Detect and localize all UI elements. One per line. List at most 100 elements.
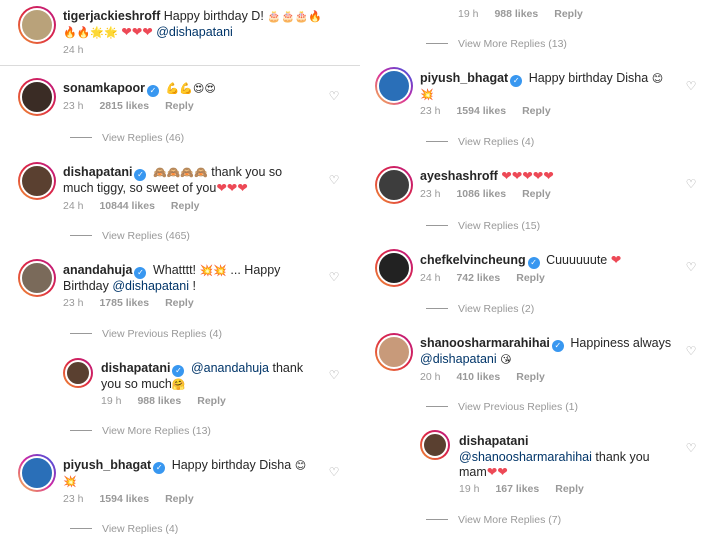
- likes-count[interactable]: 167 likes: [495, 483, 539, 495]
- avatar[interactable]: [63, 358, 93, 388]
- comment-text-line2: 🔥🔥🌟🌟 ❤❤❤ @dishapatani: [63, 25, 233, 39]
- comments-column-left: tigerjackieshroff Happy birthday D! 🎂🎂🎂🔥…: [0, 0, 360, 540]
- username[interactable]: piyush_bhagat: [420, 71, 508, 85]
- avatar[interactable]: [375, 333, 413, 371]
- reply-button[interactable]: Reply: [516, 371, 545, 383]
- reply-button[interactable]: Reply: [522, 188, 551, 200]
- view-replies-link[interactable]: View Replies (15): [426, 220, 540, 232]
- comment-meta: 24 h 742 likes Reply: [420, 272, 545, 284]
- avatar[interactable]: [375, 67, 413, 105]
- reply-button[interactable]: Reply: [165, 493, 194, 505]
- likes-count[interactable]: 988 likes: [494, 8, 538, 20]
- avatar[interactable]: [18, 78, 56, 116]
- view-replies-link[interactable]: View Replies (465): [70, 230, 190, 242]
- comment-text-line2: Birthday @dishapatani !: [63, 279, 196, 293]
- verified-badge-icon: ✓: [510, 75, 523, 87]
- comment-meta: 23 h 1594 likes Reply: [420, 105, 551, 117]
- heart-outline-icon[interactable]: ♡: [685, 345, 697, 357]
- view-replies-link[interactable]: View Replies (4): [70, 523, 178, 535]
- comment-text: sonamkapoor ✓ 💪💪😍😍: [63, 81, 216, 97]
- likes-count[interactable]: 2815 likes: [99, 100, 149, 112]
- view-replies-link[interactable]: View Replies (46): [70, 132, 184, 144]
- reply-text-line2: you so much🤗: [101, 377, 186, 391]
- comment-text: anandahuja ✓ Whatttt! 💥💥 ... Happy: [63, 263, 281, 279]
- likes-count[interactable]: 10844 likes: [99, 200, 154, 212]
- username[interactable]: dishapatani: [101, 361, 170, 375]
- mention-link[interactable]: @shanoosharmarahihai: [459, 450, 592, 464]
- likes-count[interactable]: 988 likes: [137, 395, 181, 407]
- comment-text: chefkelvincheung ✓ Cuuuuuute ❤: [420, 253, 622, 269]
- comment-meta: 19 h 988 likes Reply: [101, 395, 226, 407]
- comment-meta: 23 h 1594 likes Reply: [63, 493, 194, 505]
- heart-outline-icon[interactable]: ♡: [685, 261, 697, 273]
- heart-outline-icon[interactable]: ♡: [685, 178, 697, 190]
- avatar[interactable]: [420, 430, 450, 460]
- comment-meta: 19 h 988 likes Reply: [458, 8, 583, 20]
- comment-meta: 23 h 2815 likes Reply: [63, 100, 194, 112]
- comment-text: tigerjackieshroff Happy birthday D! 🎂🎂🎂🔥: [63, 9, 323, 23]
- username[interactable]: anandahuja: [63, 263, 132, 277]
- reply-text: dishapatani ✓ @anandahuja thank: [101, 361, 304, 377]
- likes-count[interactable]: 1086 likes: [456, 188, 506, 200]
- mention-link[interactable]: @dishapatani: [420, 352, 497, 366]
- comment-text: piyush_bhagat ✓ Happy birthday Disha 😊: [63, 458, 307, 474]
- view-more-replies-link[interactable]: View More Replies (13): [426, 38, 567, 50]
- heart-outline-icon[interactable]: ♡: [685, 80, 697, 92]
- view-previous-replies-link[interactable]: View Previous Replies (4): [70, 328, 222, 340]
- heart-outline-icon[interactable]: ♡: [328, 369, 340, 381]
- username[interactable]: dishapatani: [459, 434, 528, 448]
- reply-text-line2: @shanoosharmarahihai thank you: [459, 450, 650, 464]
- comment-text-line2: much tiggy, so sweet of you❤❤❤: [63, 181, 248, 195]
- comment-meta: 23 h 1785 likes Reply: [63, 297, 194, 309]
- comment-text-line2: @dishapatani 😘: [420, 352, 512, 366]
- username[interactable]: tigerjackieshroff: [63, 9, 160, 23]
- mention-link[interactable]: @dishapatani: [112, 279, 189, 293]
- reply-button[interactable]: Reply: [516, 272, 545, 284]
- reply-button[interactable]: Reply: [171, 200, 200, 212]
- likes-count[interactable]: 1594 likes: [456, 105, 506, 117]
- mention-link[interactable]: @anandahuja: [191, 361, 269, 375]
- likes-count[interactable]: 410 likes: [456, 371, 500, 383]
- avatar[interactable]: [18, 259, 56, 297]
- reply-button[interactable]: Reply: [165, 297, 194, 309]
- heart-outline-icon[interactable]: ♡: [328, 90, 340, 102]
- likes-count[interactable]: 1785 likes: [99, 297, 149, 309]
- reply-button[interactable]: Reply: [522, 105, 551, 117]
- heart-outline-icon[interactable]: ♡: [328, 271, 340, 283]
- username[interactable]: piyush_bhagat: [63, 458, 151, 472]
- avatar[interactable]: [18, 6, 56, 44]
- view-more-replies-link[interactable]: View More Replies (13): [70, 425, 211, 437]
- mention-link[interactable]: @dishapatani: [156, 25, 233, 39]
- view-replies-link[interactable]: View Replies (4): [426, 136, 534, 148]
- username[interactable]: sonamkapoor: [63, 81, 145, 95]
- verified-badge-icon: ✓: [153, 462, 166, 474]
- comment-text-line2: 💥: [63, 476, 77, 488]
- view-replies-link[interactable]: View Replies (2): [426, 303, 534, 315]
- reply-button[interactable]: Reply: [555, 483, 584, 495]
- avatar[interactable]: [18, 162, 56, 200]
- avatar[interactable]: [375, 249, 413, 287]
- username[interactable]: dishapatani: [63, 165, 132, 179]
- heart-outline-icon[interactable]: ♡: [328, 466, 340, 478]
- heart-outline-icon[interactable]: ♡: [685, 442, 697, 454]
- likes-count[interactable]: 742 likes: [456, 272, 500, 284]
- likes-count[interactable]: 1594 likes: [99, 493, 149, 505]
- view-previous-replies-link[interactable]: View Previous Replies (1): [426, 401, 578, 413]
- reply-button[interactable]: Reply: [165, 100, 194, 112]
- comment-text: ayeshashroff ❤❤❤❤❤: [420, 169, 554, 183]
- reply-text-line3: mam❤❤: [459, 465, 508, 479]
- comment-meta: 19 h 167 likes Reply: [459, 483, 584, 495]
- avatar[interactable]: [18, 454, 56, 492]
- reply-button[interactable]: Reply: [554, 8, 583, 20]
- username[interactable]: chefkelvincheung: [420, 253, 526, 267]
- comment-text: piyush_bhagat ✓ Happy birthday Disha 😊: [420, 71, 664, 87]
- avatar[interactable]: [375, 166, 413, 204]
- username[interactable]: shanoosharmarahihai: [420, 336, 550, 350]
- comments-column-right: 19 h 988 likes Reply View More Replies (13…: [360, 0, 719, 540]
- username[interactable]: ayeshashroff: [420, 169, 498, 183]
- heart-outline-icon[interactable]: ♡: [328, 174, 340, 186]
- verified-badge-icon: ✓: [551, 340, 564, 352]
- reply-text: dishapatani: [459, 433, 528, 449]
- view-more-replies-link[interactable]: View More Replies (7): [426, 514, 561, 526]
- reply-button[interactable]: Reply: [197, 395, 226, 407]
